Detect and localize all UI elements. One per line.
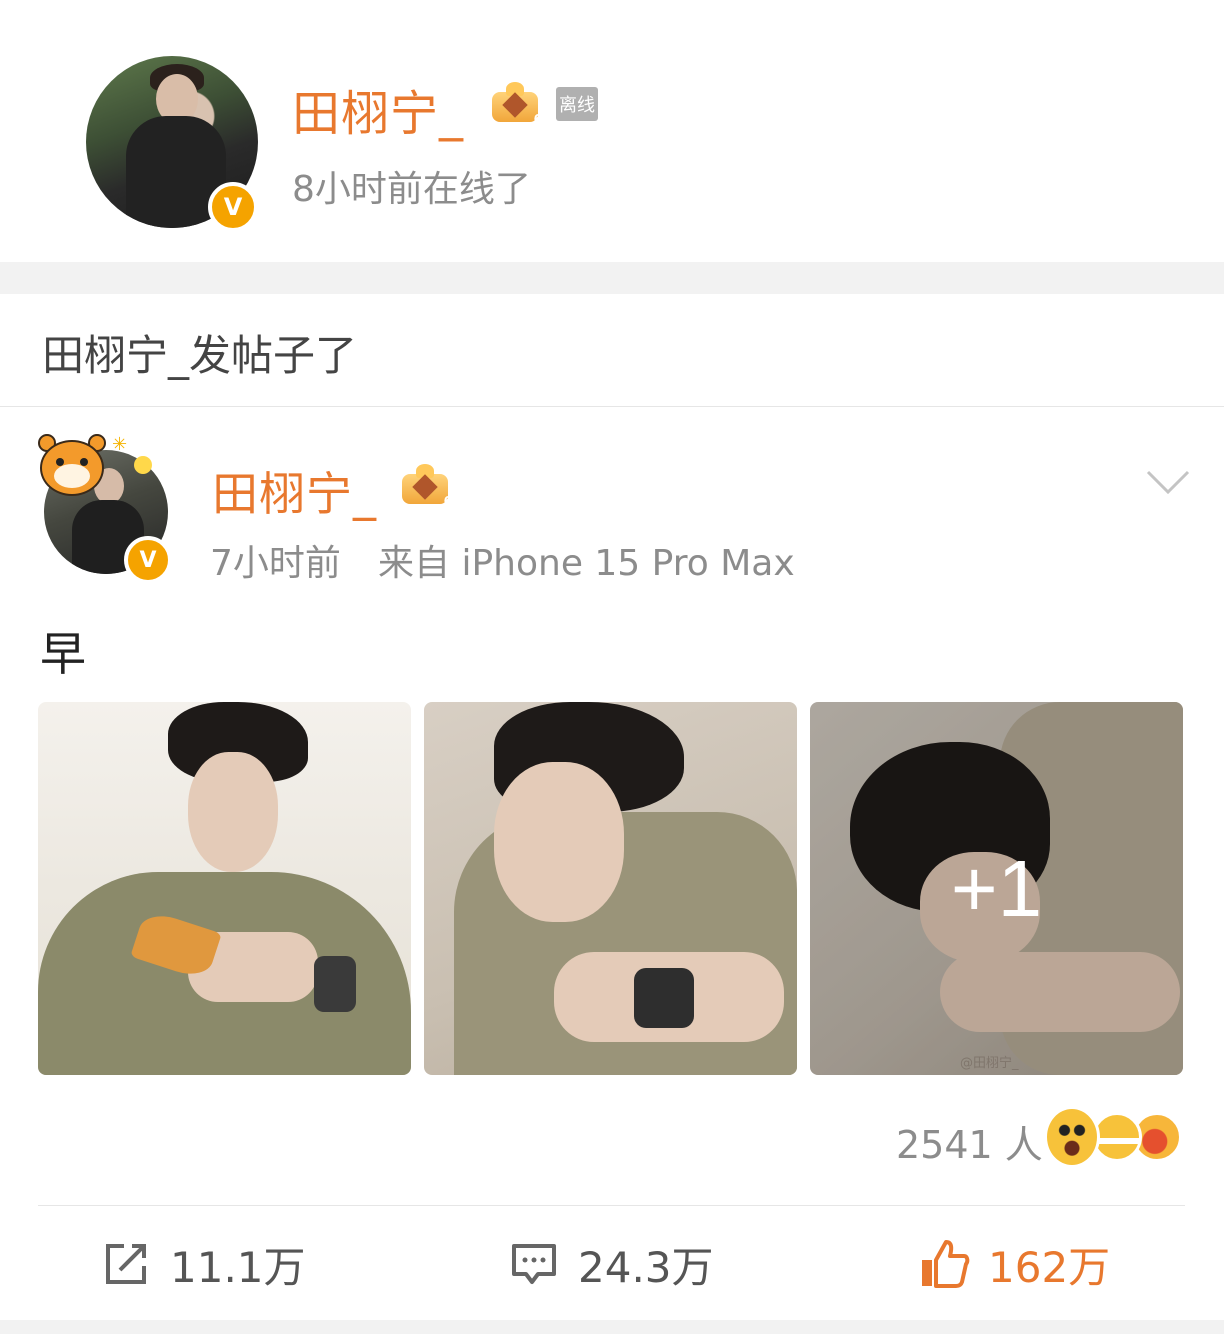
repost-count: 11.1万 — [170, 1242, 306, 1292]
section-title: 田栩宁_发帖子了 — [42, 331, 358, 380]
sparkle-dot-icon — [134, 456, 152, 474]
comment-count: 24.3万 — [578, 1242, 714, 1292]
post-image-3[interactable]: +1 @田栩宁_ — [810, 702, 1183, 1075]
verified-v-icon: V — [208, 182, 258, 232]
post-image-2[interactable] — [424, 702, 797, 1075]
post-image-1[interactable] — [38, 702, 411, 1075]
offline-status-badge: 离线 — [556, 87, 598, 121]
comment-icon — [512, 1244, 556, 1284]
more-images-label: +1 — [810, 702, 1183, 1075]
divider — [0, 406, 1224, 407]
post-source: 来自 iPhone 15 Pro Max — [378, 543, 795, 584]
crown-level-icon: 6 — [396, 464, 454, 508]
chevron-down-icon[interactable] — [1146, 470, 1190, 494]
image-watermark: @田栩宁_ — [960, 1056, 1019, 1071]
reaction-count[interactable]: 2541 人 — [896, 1114, 1043, 1169]
crown-level-icon: 6 — [486, 82, 544, 126]
like-count: 162万 — [988, 1242, 1111, 1292]
divider — [38, 1205, 1185, 1206]
repost-button[interactable]: 11.1万 — [100, 1236, 306, 1292]
profile-name[interactable]: 田栩宁_ — [292, 74, 464, 144]
sparkle-icon: ✳ — [112, 434, 128, 455]
last-online-text: 8小时前在线了 — [292, 169, 531, 210]
bottom-separator — [0, 1320, 1224, 1334]
verified-v-icon: V — [124, 536, 172, 584]
like-button[interactable]: 162万 — [918, 1236, 1110, 1292]
repost-icon — [106, 1244, 146, 1284]
like-thumb-icon — [922, 1240, 970, 1288]
post-time: 7小时前 — [210, 543, 341, 584]
comment-button[interactable]: 24.3万 — [508, 1236, 714, 1292]
post-text: 早 — [40, 627, 86, 681]
surprised-emoji-icon — [1044, 1106, 1100, 1168]
profile-header: V 田栩宁_ 6 离线 8小时前在线了 — [0, 0, 1224, 262]
section-separator — [0, 262, 1224, 294]
post-author-name[interactable]: 田栩宁_ — [212, 458, 377, 524]
tiger-avatar-frame-icon — [32, 434, 112, 508]
